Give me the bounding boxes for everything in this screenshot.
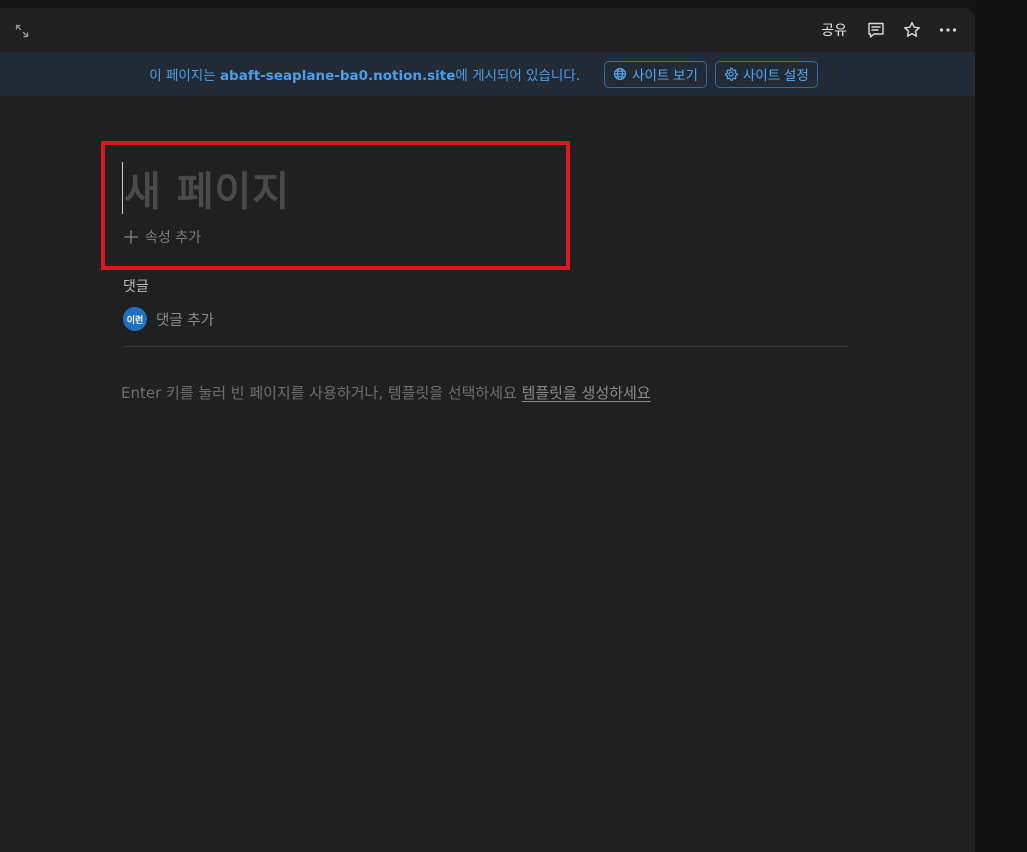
window-backdrop-top [0,0,1027,8]
view-site-label: 사이트 보기 [632,68,698,83]
site-domain-link[interactable]: abaft-seaplane-ba0.notion.site [220,68,455,84]
star-icon [904,21,920,37]
site-settings-button[interactable]: 사이트 설정 [714,60,818,88]
favorite-button[interactable] [899,17,925,43]
more-horizontal-icon [939,28,957,32]
expand-arrows-icon [15,24,29,38]
add-comment-row[interactable]: 이런 댓글 추가 [123,307,214,331]
text-caret [122,161,123,214]
more-button[interactable] [935,17,961,43]
page-title-placeholder: 새 페이지 [124,168,291,215]
page-title-field[interactable]: 새 페이지 [122,160,290,215]
page-topbar: 공유 [0,8,975,52]
published-site-banner: 이 페이지는 abaft-seaplane-ba0.notion.site에 게… [0,52,975,96]
comments-heading: 댓글 [123,279,149,295]
share-button[interactable]: 공유 [815,17,853,43]
globe-icon [613,67,627,81]
banner-text-suffix: 에 게시되어 있습니다. [455,68,581,84]
empty-page-hint-text: Enter 키를 눌러 빈 페이지를 사용하거나, 템플릿을 선택하세요 [121,384,522,402]
add-property-button[interactable]: 속성 추가 [123,227,201,247]
avatar: 이런 [123,307,147,331]
comments-button[interactable] [863,17,889,43]
window-backdrop-right [976,0,1027,852]
plus-icon [124,230,138,244]
add-property-label: 속성 추가 [145,230,201,246]
page-panel: 공유 이 페이지는 abaft-seaplane-ba0.notion.site… [0,8,975,852]
banner-text-prefix: 이 페이지는 [149,68,220,84]
create-template-link[interactable]: 템플릿을 생성하세요 [522,384,651,402]
expand-button[interactable] [12,21,32,41]
site-settings-label: 사이트 설정 [742,68,809,83]
view-site-button[interactable]: 사이트 보기 [604,60,707,88]
comment-icon [868,22,884,38]
gear-icon [724,67,738,81]
section-divider [123,346,849,347]
empty-page-hint: Enter 키를 눌러 빈 페이지를 사용하거나, 템플릿을 선택하세요 템플릿… [121,382,651,403]
banner-message: 이 페이지는 abaft-seaplane-ba0.notion.site에 게… [149,64,580,84]
topbar-actions: 공유 [815,17,961,43]
add-comment-input[interactable]: 댓글 추가 [156,309,214,330]
